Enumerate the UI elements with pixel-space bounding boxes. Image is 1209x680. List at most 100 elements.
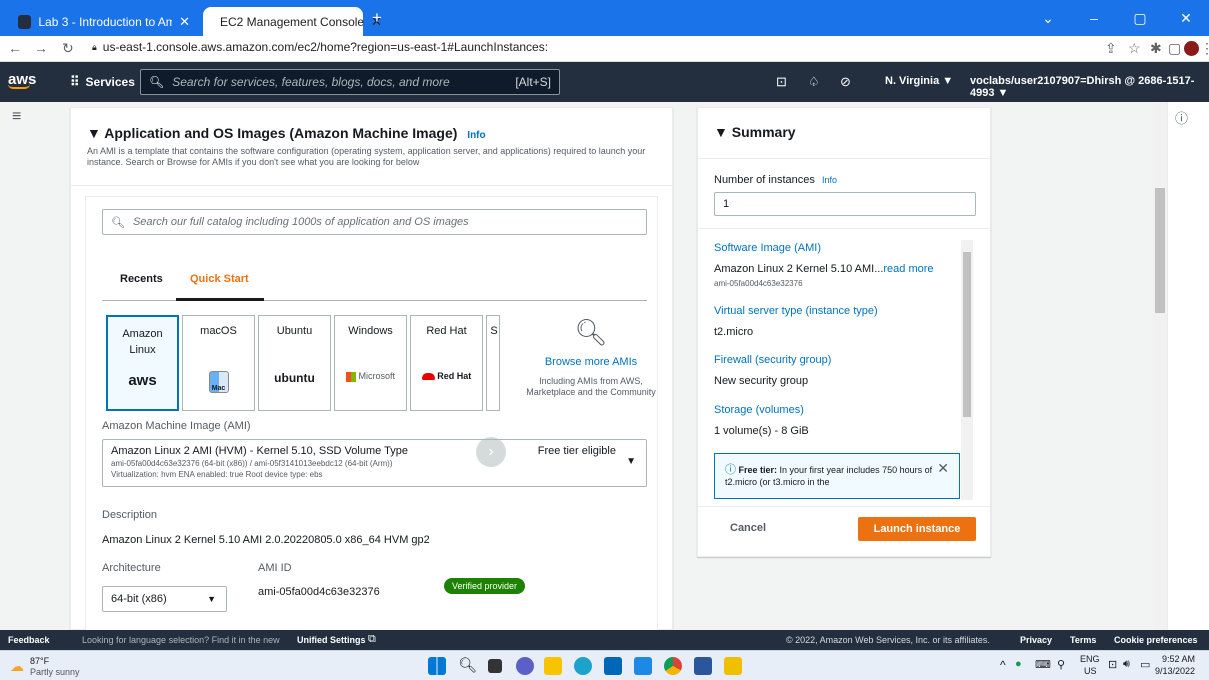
profile-avatar[interactable] xyxy=(1184,41,1199,56)
new-tab-icon[interactable]: + xyxy=(372,8,382,28)
sticky-notes-icon[interactable] xyxy=(724,657,742,675)
temperature: 87°F xyxy=(30,656,50,666)
catalog-search-input[interactable]: 🔍︎ Search our full catalog including 100… xyxy=(102,209,647,235)
reload-icon[interactable]: ↻ xyxy=(62,40,74,57)
close-window-icon[interactable]: ✕ xyxy=(1163,0,1209,36)
task-view-icon[interactable] xyxy=(488,659,502,673)
grid-icon: ⠿ xyxy=(70,74,80,89)
chrome-tray-icon[interactable]: ● xyxy=(1015,658,1022,670)
edge-icon[interactable] xyxy=(574,657,592,675)
tab-quick-start[interactable]: Quick Start xyxy=(190,273,249,285)
maximize-icon[interactable]: ▢ xyxy=(1117,0,1163,36)
terms-link[interactable]: Terms xyxy=(1070,635,1096,645)
share-icon[interactable]: ⇪ xyxy=(1105,40,1117,57)
free-tier-alert: ⓘ Free tier: In your first year includes… xyxy=(714,453,960,499)
red-hat-logo-icon xyxy=(421,373,435,381)
word-icon[interactable] xyxy=(694,657,712,675)
close-icon[interactable]: ✕ xyxy=(937,461,949,475)
os-option-macos[interactable]: macOS Mac xyxy=(182,315,255,411)
number-of-instances-label: Number of instances Info xyxy=(714,174,837,186)
bell-icon[interactable]: ♤ xyxy=(808,74,820,90)
browse-more-amis[interactable]: 🔍︎ Browse more AMIs Including AMIs from … xyxy=(526,317,656,398)
extensions-icon[interactable]: ✱ xyxy=(1150,40,1162,57)
forward-icon[interactable]: → xyxy=(34,40,48,56)
chevron-up-icon[interactable]: ^ xyxy=(1000,658,1006,672)
read-more-link[interactable]: read more xyxy=(883,263,933,275)
usb-icon[interactable]: ⚲ xyxy=(1057,658,1065,671)
architecture-select[interactable]: 64-bit (x86) ▼ xyxy=(102,586,227,612)
unified-settings-link[interactable]: Unified Settings xyxy=(297,635,366,645)
ubuntu-logo-icon: ubuntu xyxy=(274,371,315,385)
close-icon[interactable]: ✕ xyxy=(179,14,190,30)
back-icon[interactable]: ← xyxy=(8,40,22,56)
aws-search-input[interactable]: 🔍︎ Search for services, features, blogs,… xyxy=(140,69,560,95)
scrollbar-thumb[interactable] xyxy=(963,252,971,417)
tab-ec2[interactable]: EC2 Management Console ✕ xyxy=(203,7,382,36)
weather-icon: ☁ xyxy=(10,658,24,674)
account-menu[interactable]: voclabs/user2107907=Dhirsh @ 2686-1517-4… xyxy=(970,75,1209,99)
scrollbar-thumb[interactable] xyxy=(1155,188,1165,313)
chrome-icon[interactable] xyxy=(664,657,682,675)
search-icon[interactable]: 🔍︎ xyxy=(458,656,477,674)
region-selector[interactable]: N. Virginia ▼ xyxy=(885,75,953,87)
clock-time[interactable]: 9:52 AM xyxy=(1162,654,1195,664)
cookie-preferences-link[interactable]: Cookie preferences xyxy=(1114,635,1198,645)
info-link[interactable]: Info xyxy=(467,130,485,141)
os-option-suse[interactable]: S xyxy=(486,315,500,411)
ami-id-value: ami-05fa00d4c63e32376 xyxy=(258,586,380,598)
firewall-link[interactable]: Firewall (security group) xyxy=(714,354,831,366)
instance-type-value: t2.micro xyxy=(714,326,754,338)
storage-link[interactable]: Storage (volumes) xyxy=(714,404,804,416)
page-scrollbar[interactable] xyxy=(1153,102,1167,630)
keyboard-icon[interactable]: ⌨ xyxy=(1035,658,1051,671)
ami-panel-title[interactable]: ▼ Application and OS Images (Amazon Mach… xyxy=(87,125,486,141)
network-icon[interactable]: ⊡ xyxy=(1108,658,1117,671)
hamburger-menu-icon[interactable]: ≡ xyxy=(12,108,21,126)
file-explorer-icon[interactable] xyxy=(544,657,562,675)
software-image-link[interactable]: Software Image (AMI) xyxy=(714,242,821,254)
battery-icon[interactable]: ▭ xyxy=(1140,658,1150,671)
services-button[interactable]: ⠿ Services xyxy=(70,74,135,90)
language-indicator[interactable]: ENG xyxy=(1080,654,1100,664)
launch-instance-button[interactable]: Launch instance xyxy=(858,517,976,541)
ami-id-label: AMI ID xyxy=(258,562,292,574)
instance-type-link[interactable]: Virtual server type (instance type) xyxy=(714,305,878,317)
url-field[interactable]: 🔒︎ us-east-1.console.aws.amazon.com/ec2/… xyxy=(92,40,548,54)
chevron-down-icon[interactable]: ⌄ xyxy=(1025,0,1071,36)
window-controls: ⌄ – ▢ ✕ xyxy=(1025,0,1209,36)
chat-icon[interactable] xyxy=(516,657,534,675)
volume-icon[interactable]: 🔊︎ xyxy=(1123,658,1130,671)
caret-down-icon: ▼ xyxy=(87,125,101,141)
address-bar: ← → ↻ 🔒︎ us-east-1.console.aws.amazon.co… xyxy=(0,36,1209,62)
store-icon[interactable] xyxy=(604,657,622,675)
privacy-link[interactable]: Privacy xyxy=(1020,635,1052,645)
ami-select[interactable]: Amazon Linux 2 AMI (HVM) - Kernel 5.10, … xyxy=(102,439,647,487)
os-option-amazon-linux[interactable]: Amazon Linux aws xyxy=(106,315,179,411)
summary-scrollbar[interactable] xyxy=(961,240,973,500)
language-region: US xyxy=(1084,666,1097,676)
info-icon[interactable]: ⓘ xyxy=(1175,108,1188,127)
os-option-windows[interactable]: Windows Microsoft xyxy=(334,315,407,411)
info-link[interactable]: Info xyxy=(822,175,837,185)
star-icon[interactable]: ☆ xyxy=(1128,40,1141,57)
summary-title[interactable]: ▼ Summary xyxy=(714,124,796,140)
aws-logo[interactable]: aws xyxy=(8,71,36,89)
feedback-link[interactable]: Feedback xyxy=(8,635,50,645)
cancel-button[interactable]: Cancel xyxy=(730,522,766,534)
search-icon: 🔍︎ xyxy=(111,216,125,229)
number-of-instances-input[interactable]: 1 xyxy=(714,192,976,216)
sidepanel-icon[interactable]: ▢ xyxy=(1168,40,1181,57)
lock-icon: 🔒︎ xyxy=(92,41,97,52)
help-icon[interactable]: ⊘ xyxy=(840,74,851,90)
os-option-red-hat[interactable]: Red Hat Red Hat xyxy=(410,315,483,411)
app-icon[interactable] xyxy=(634,657,652,675)
weather-text: Partly sunny xyxy=(30,667,80,677)
os-option-ubuntu[interactable]: Ubuntu ubuntu xyxy=(258,315,331,411)
tab-lab3[interactable]: Lab 3 - Introduction to Amazon E ✕ xyxy=(8,7,200,36)
browser-tab-bar: Lab 3 - Introduction to Amazon E ✕ EC2 M… xyxy=(0,0,1209,36)
tab-recents[interactable]: Recents xyxy=(120,273,163,285)
cloudshell-icon[interactable]: ⊡ xyxy=(776,74,787,90)
windows-start-icon[interactable] xyxy=(428,657,446,675)
menu-icon[interactable]: ⋮ xyxy=(1200,40,1209,57)
minimize-icon[interactable]: – xyxy=(1071,0,1117,36)
